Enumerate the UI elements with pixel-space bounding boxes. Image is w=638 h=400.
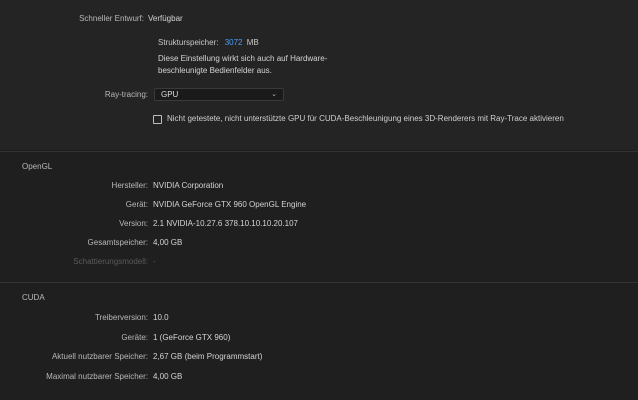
cuda-current-memory-label: Aktuell nutzbarer Speicher: [51, 352, 148, 361]
opengl-vendor-value: NVIDIA Corporation [153, 181, 224, 190]
opengl-device-label: Gerät: [125, 200, 148, 209]
untested-gpu-label: Nicht getestete, nicht unterstützte GPU … [167, 114, 564, 123]
texture-memory-unit: MB [246, 38, 259, 47]
opengl-version-label: Version: [119, 219, 148, 228]
texture-memory-note-1: Diese Einstellung wirkt sich auch auf Ha… [158, 54, 328, 63]
cuda-devices-value: 1 (GeForce GTX 960) [153, 333, 231, 342]
opengl-shader-model-label: Schattierungsmodell: [73, 257, 148, 266]
cuda-max-memory-label: Maximal nutzbarer Speicher: [46, 372, 148, 381]
texture-memory-label: Strukturspeicher: [158, 38, 219, 47]
cuda-max-memory-value: 4,00 GB [153, 372, 183, 381]
cuda-driver-version-value: 10.0 [153, 313, 169, 322]
texture-memory-note-2: beschleunigte Bedienfelder aus. [158, 66, 272, 75]
cuda-current-memory-value: 2,67 GB (beim Programmstart) [153, 352, 263, 361]
raytracing-select[interactable]: GPU ⌄ [154, 88, 284, 101]
opengl-total-memory-label: Gesamtspeicher: [87, 238, 148, 247]
fast-draft-label: Schneller Entwurf: [79, 14, 144, 23]
opengl-device-value: NVIDIA GeForce GTX 960 OpenGL Engine [153, 200, 307, 209]
opengl-total-memory-value: 4,00 GB [153, 238, 183, 247]
section-divider [0, 282, 638, 283]
fast-draft-value: Verfügbar [148, 14, 183, 23]
raytracing-selected: GPU [161, 90, 179, 99]
chevron-down-icon: ⌄ [271, 91, 277, 98]
opengl-vendor-label: Hersteller: [111, 181, 148, 190]
texture-memory-row: Strukturspeicher: 3072 MB [158, 38, 259, 47]
opengl-shader-model-value: - [153, 257, 156, 266]
cuda-devices-label: Geräte: [121, 333, 148, 342]
opengl-section-title: OpenGL [22, 162, 53, 171]
section-divider [0, 151, 638, 152]
texture-memory-value[interactable]: 3072 [225, 38, 243, 47]
opengl-version-value: 2.1 NVIDIA-10.27.6 378.10.10.10.20.107 [153, 219, 298, 228]
raytracing-label: Ray-tracing: [104, 90, 148, 99]
cuda-section-title: CUDA [22, 293, 45, 302]
cuda-driver-version-label: Treiberversion: [94, 313, 148, 322]
untested-gpu-checkbox[interactable] [153, 115, 162, 124]
